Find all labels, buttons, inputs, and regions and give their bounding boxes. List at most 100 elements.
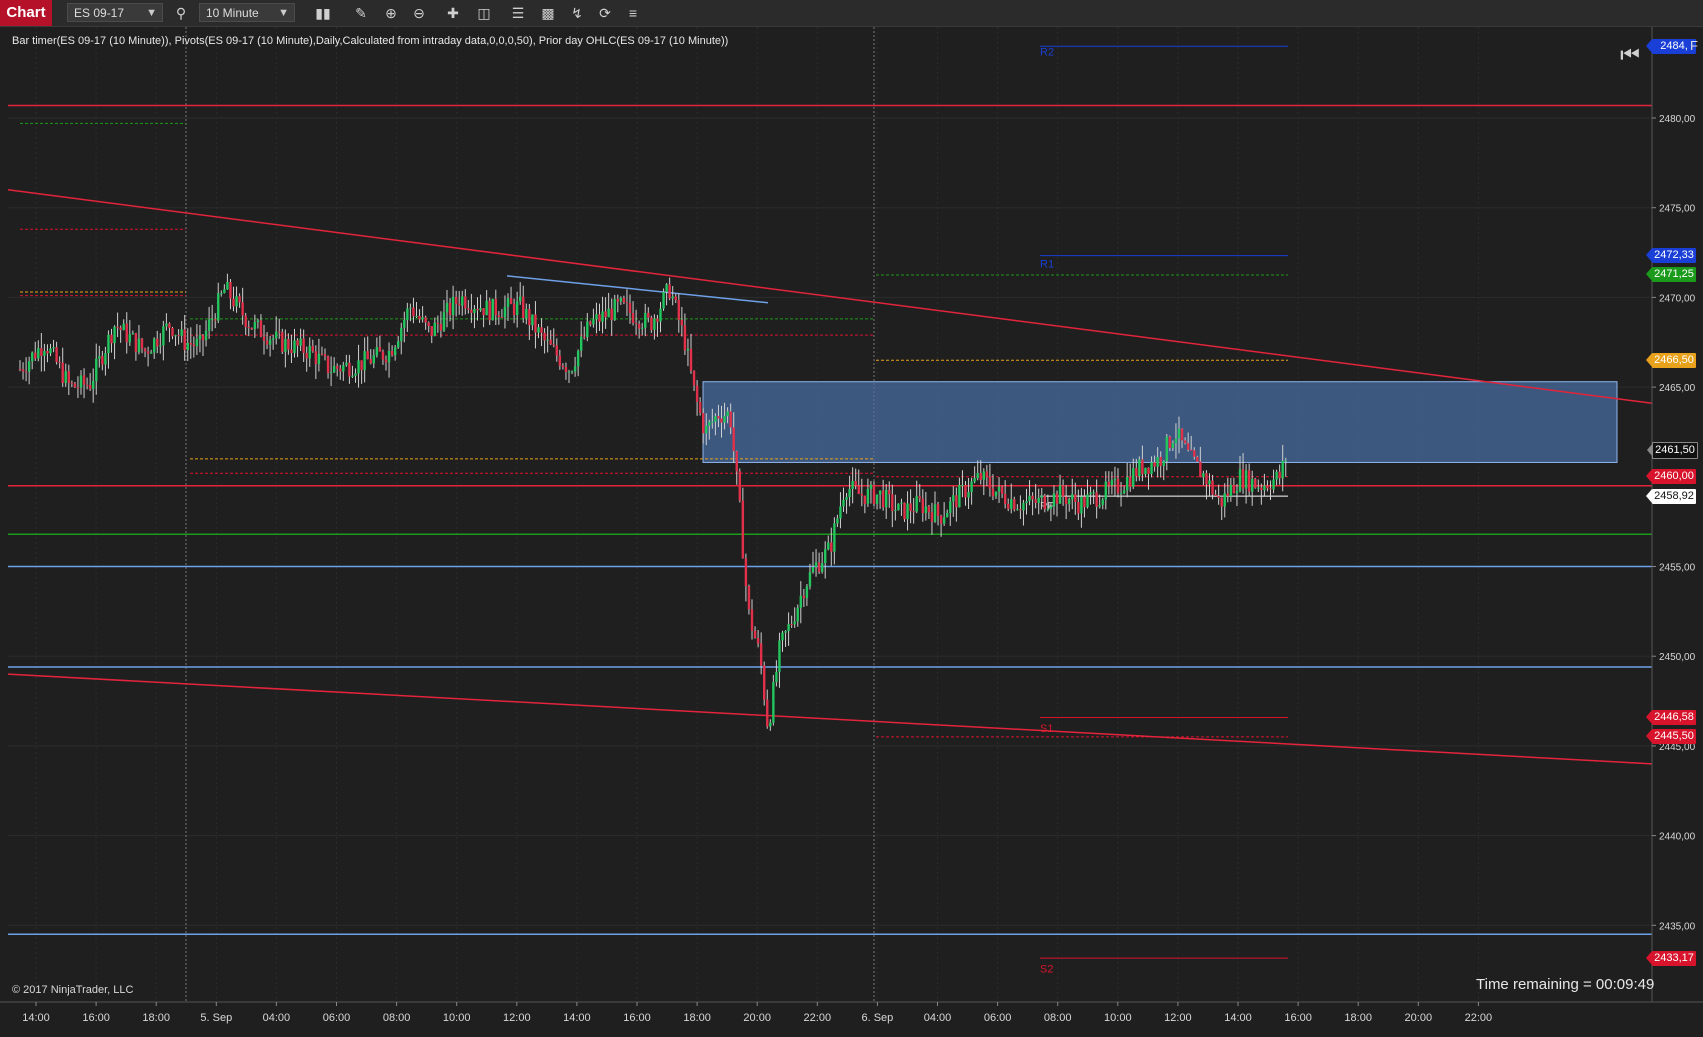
candle-body	[43, 351, 46, 356]
candle-body	[85, 384, 89, 386]
candle-body	[1122, 490, 1126, 494]
y-tick-label: 2465,00	[1659, 383, 1696, 394]
candle-body	[778, 640, 781, 672]
pencil-icon[interactable]: ✎	[350, 3, 372, 23]
pivot-label-r1: R1	[1040, 258, 1054, 270]
candle-body	[878, 490, 882, 495]
candle-body	[436, 322, 440, 324]
candle-body	[268, 339, 272, 345]
price-marker: 2446,58	[1646, 710, 1696, 726]
candle-body	[415, 315, 418, 317]
candle-body	[64, 371, 67, 384]
candle-body	[1107, 481, 1111, 486]
candle-body	[961, 484, 964, 486]
instrument-selector[interactable]: ES 09-17 ▼	[67, 3, 163, 22]
x-tick-label: 16:00	[1284, 1012, 1312, 1024]
candle-body	[973, 478, 976, 482]
candle-body	[671, 296, 674, 299]
reload-icon[interactable]: ⟳	[594, 3, 616, 23]
candle-body	[891, 494, 894, 512]
candle-body	[1202, 473, 1205, 478]
candle-body	[354, 373, 357, 376]
properties-icon[interactable]: ≡	[622, 3, 644, 23]
candle-body	[58, 362, 61, 364]
interval-value: 10 Minute	[206, 6, 259, 20]
x-tick-label: 12:00	[503, 1012, 531, 1024]
instrument-value: ES 09-17	[74, 6, 125, 20]
candle-body	[137, 338, 141, 353]
candle-body	[439, 323, 443, 331]
candle-body	[451, 296, 455, 316]
candle-body	[601, 311, 604, 322]
candle-body	[1260, 487, 1263, 491]
candle-body	[314, 351, 318, 365]
candle-body	[1244, 470, 1248, 489]
interval-selector[interactable]: 10 Minute ▼	[199, 3, 295, 22]
candle-body	[564, 367, 568, 372]
data-box-icon[interactable]: ◫	[473, 3, 495, 23]
crosshair-icon[interactable]: ✚	[442, 3, 464, 23]
chart-trader-icon[interactable]: ▩	[537, 3, 559, 23]
candle-body	[994, 491, 998, 497]
y-tick-label: 2435,00	[1659, 921, 1696, 932]
candle-body	[421, 317, 424, 320]
candle-body	[461, 296, 464, 306]
candle-body	[18, 369, 22, 371]
candle-body	[610, 308, 613, 321]
candle-body	[509, 298, 513, 304]
candle-body	[946, 512, 949, 518]
candle-body	[927, 506, 931, 513]
candle-body	[656, 318, 659, 322]
candle-body	[711, 421, 714, 423]
bar-spacing-icon[interactable]: ☰	[507, 3, 529, 23]
supply-demand-zone[interactable]	[702, 381, 1618, 463]
candle-body	[1235, 491, 1239, 494]
candle-body	[95, 358, 98, 381]
candle-body	[900, 502, 903, 504]
candle-body	[479, 308, 482, 311]
price-chart[interactable]: R2R1PPS1S2 2480,002475,002470,002465,002…	[0, 27, 1703, 1032]
candle-body	[223, 289, 226, 294]
candle-body	[802, 595, 806, 599]
candle-body	[1266, 485, 1269, 489]
price-marker: 2471,25	[1646, 267, 1696, 283]
candle-body	[366, 351, 369, 360]
candle-body	[146, 351, 150, 354]
candle-body	[284, 339, 287, 352]
candle-body	[1150, 462, 1153, 474]
candle-body	[1229, 484, 1233, 497]
candle-body	[104, 353, 107, 365]
candle-body	[27, 361, 31, 372]
candle-body	[1125, 476, 1129, 491]
candle-body	[186, 342, 189, 351]
candle-body	[1086, 494, 1089, 508]
candle-body	[418, 315, 421, 320]
candle-body	[76, 387, 80, 389]
candle-body	[726, 411, 729, 417]
candle-body	[1028, 495, 1031, 502]
scroll-to-end-icon[interactable]: ⏮	[1619, 43, 1641, 67]
candle-body	[143, 348, 147, 352]
candle-body	[1049, 506, 1053, 509]
candle-body	[52, 347, 55, 349]
candle-body	[125, 323, 128, 343]
candle-body	[1168, 436, 1172, 448]
candle-body	[1061, 485, 1065, 497]
candle-body	[381, 351, 385, 360]
x-tick-label: 04:00	[924, 1012, 952, 1024]
candle-body	[403, 320, 406, 328]
chart-panel[interactable]: R2 R1 PP S1 S2 2480,00 2475,00 2470,00 2465,00 2…	[0, 27, 1703, 1032]
candle-body	[369, 359, 372, 364]
candle-body	[387, 350, 391, 363]
candle-body	[952, 495, 955, 502]
search-icon[interactable]: ⚲	[170, 3, 192, 23]
bars-type-icon[interactable]: ▮▮	[312, 3, 334, 23]
candle-body	[1177, 428, 1181, 439]
candle-body	[226, 281, 229, 290]
zoom-out-icon[interactable]: ⊖	[408, 3, 430, 23]
candle-body	[625, 302, 629, 304]
candle-body	[34, 352, 37, 359]
strategies-icon[interactable]: ↯	[566, 3, 588, 23]
zoom-in-icon[interactable]: ⊕	[380, 3, 402, 23]
chart-tab[interactable]: Chart	[0, 0, 52, 26]
